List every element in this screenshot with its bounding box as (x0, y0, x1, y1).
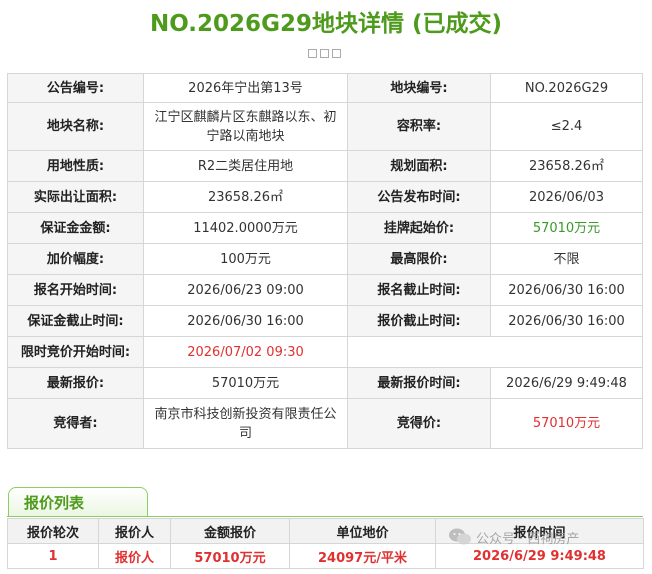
col-header-amount: 金额报价 (170, 518, 290, 544)
reg-start-value: 2026/06/23 09:00 (143, 274, 348, 306)
table-row: 保证金截止时间: 2026/06/30 16:00 报价截止时间: 2026/0… (7, 305, 643, 337)
far-value: ≤2.4 (490, 102, 643, 151)
bid-time: 2026/6/29 9:49:48 (435, 543, 644, 569)
table-row: 最新报价: 57010万元 最新报价时间: 2026/6/29 9:49:48 (7, 367, 643, 399)
publish-time-label: 公告发布时间: (347, 181, 491, 213)
page-title: NO.2026G29地块详情 (已成交) (150, 11, 502, 37)
table-row: 加价幅度: 100万元 最高限价: 不限 (7, 243, 643, 275)
reg-start-label: 报名开始时间: (7, 274, 144, 306)
winner-value: 南京市科技创新投资有限责任公司 (143, 398, 348, 449)
table-row: 地块名称: 江宁区麒麟片区东麒路以东、初宁路以南地块 容积率: ≤2.4 (7, 102, 643, 151)
pager-dot[interactable] (320, 49, 329, 58)
land-use-label: 用地性质: (7, 150, 144, 182)
planned-area-value: 23658.26㎡ (490, 150, 643, 182)
bid-bidder: 报价人 (98, 543, 171, 569)
table-row: 限时竞价开始时间: 2026/07/02 09:30 (7, 336, 643, 368)
latest-time-value: 2026/6/29 9:49:48 (490, 367, 643, 399)
empty-cell (347, 336, 643, 368)
deposit-label: 保证金金额: (7, 212, 144, 244)
parcel-name-value: 江宁区麒麟片区东麒路以东、初宁路以南地块 (143, 102, 348, 151)
deposit-deadline-value: 2026/06/30 16:00 (143, 305, 348, 337)
tab-bid-list[interactable]: 报价列表 (8, 487, 148, 517)
table-row: 保证金金额: 11402.0000万元 挂牌起始价: 57010万元 (7, 212, 643, 244)
actual-area-value: 23658.26㎡ (143, 181, 348, 213)
table-row: 公告编号: 2026年宁出第13号 地块编号: NO.2026G29 (7, 73, 643, 103)
reg-end-value: 2026/06/30 16:00 (490, 274, 643, 306)
bid-deadline-value: 2026/06/30 16:00 (490, 305, 643, 337)
latest-price-value: 57010万元 (143, 367, 348, 399)
start-price-label: 挂牌起始价: (347, 212, 491, 244)
watermark: 公众号 · 西祠房产 (448, 527, 579, 547)
start-price-value: 57010万元 (490, 212, 643, 244)
table-row: 1 报价人 57010万元 24097元/平米 2026/6/29 9:49:4… (7, 543, 644, 569)
far-label: 容积率: (347, 102, 491, 151)
notice-no-label: 公告编号: (7, 73, 144, 103)
win-price-value: 57010万元 (490, 398, 643, 449)
auction-start-value: 2026/07/02 09:30 (143, 336, 348, 368)
publish-time-value: 2026/06/03 (490, 181, 643, 213)
parcel-detail-table: 公告编号: 2026年宁出第13号 地块编号: NO.2026G29 地块名称:… (7, 73, 643, 449)
land-use-value: R2二类居住用地 (143, 150, 348, 182)
max-price-value: 不限 (490, 243, 643, 275)
col-header-round: 报价轮次 (7, 518, 99, 544)
increment-value: 100万元 (143, 243, 348, 275)
win-price-label: 竞得价: (347, 398, 491, 449)
tab-divider (7, 516, 643, 517)
pager-dot[interactable] (308, 49, 317, 58)
wechat-icon (449, 528, 471, 545)
col-header-bidder: 报价人 (98, 518, 171, 544)
reg-end-label: 报名截止时间: (347, 274, 491, 306)
watermark-text: 公众号 · 西祠房产 (476, 531, 580, 547)
parcel-no-value: NO.2026G29 (490, 73, 643, 103)
actual-area-label: 实际出让面积: (7, 181, 144, 213)
max-price-label: 最高限价: (347, 243, 491, 275)
pager-dots (308, 49, 341, 61)
latest-time-label: 最新报价时间: (347, 367, 491, 399)
increment-label: 加价幅度: (7, 243, 144, 275)
deposit-deadline-label: 保证金截止时间: (7, 305, 144, 337)
deposit-value: 11402.0000万元 (143, 212, 348, 244)
bid-amount: 57010万元 (170, 543, 290, 569)
table-row: 竞得者: 南京市科技创新投资有限责任公司 竞得价: 57010万元 (7, 398, 643, 449)
parcel-name-label: 地块名称: (7, 102, 144, 151)
winner-label: 竞得者: (7, 398, 144, 449)
latest-price-label: 最新报价: (7, 367, 144, 399)
notice-no-value: 2026年宁出第13号 (143, 73, 348, 103)
bid-round: 1 (7, 543, 99, 569)
table-row: 用地性质: R2二类居住用地 规划面积: 23658.26㎡ (7, 150, 643, 182)
col-header-unit-price: 单位地价 (289, 518, 436, 544)
table-row: 报名开始时间: 2026/06/23 09:00 报名截止时间: 2026/06… (7, 274, 643, 306)
auction-start-label: 限时竞价开始时间: (7, 336, 144, 368)
parcel-no-label: 地块编号: (347, 73, 491, 103)
bid-deadline-label: 报价截止时间: (347, 305, 491, 337)
planned-area-label: 规划面积: (347, 150, 491, 182)
table-row: 实际出让面积: 23658.26㎡ 公告发布时间: 2026/06/03 (7, 181, 643, 213)
bid-unit-price: 24097元/平米 (289, 543, 436, 569)
pager-dot[interactable] (332, 49, 341, 58)
